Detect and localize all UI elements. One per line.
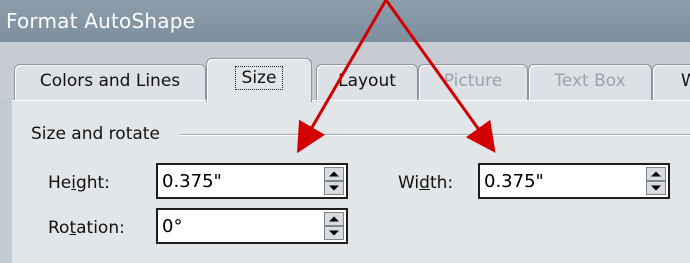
height-spin-buttons <box>324 167 344 195</box>
dialog-title: Format AutoShape <box>6 9 196 33</box>
width-label: Width: <box>398 173 454 193</box>
tab-label: Text Box <box>554 70 626 91</box>
tab-label: Size <box>234 65 284 90</box>
height-spinner[interactable]: 0.375" <box>156 163 348 199</box>
width-increment-button[interactable] <box>646 167 666 181</box>
tab-colors-and-lines[interactable]: Colors and Lines <box>14 64 206 102</box>
rotation-label: Rotation: <box>48 218 125 238</box>
tab-label: Colors and Lines <box>39 70 181 91</box>
tab-picture[interactable]: Picture <box>418 64 528 102</box>
height-input[interactable]: 0.375" <box>162 171 222 192</box>
height-label: Height: <box>48 173 110 193</box>
section-size-and-rotate: Size and rotate <box>31 124 166 144</box>
tab-layout[interactable]: Layout <box>316 64 418 102</box>
section-divider <box>180 134 690 136</box>
tab-label: Layout <box>338 70 396 91</box>
width-decrement-button[interactable] <box>646 181 666 195</box>
title-bar[interactable]: Format AutoShape <box>0 0 690 42</box>
tab-web[interactable]: W <box>652 64 690 102</box>
rotation-input[interactable]: 0° <box>162 216 182 237</box>
rotation-decrement-button[interactable] <box>324 226 344 240</box>
width-input[interactable]: 0.375" <box>484 171 544 192</box>
tab-text-box[interactable]: Text Box <box>528 64 652 102</box>
height-decrement-button[interactable] <box>324 181 344 195</box>
tab-size[interactable]: Size <box>206 58 312 102</box>
tab-label: W <box>681 70 690 91</box>
width-spin-buttons <box>646 167 666 195</box>
width-spinner[interactable]: 0.375" <box>478 163 670 199</box>
rotation-increment-button[interactable] <box>324 212 344 226</box>
rotation-spin-buttons <box>324 212 344 240</box>
height-increment-button[interactable] <box>324 167 344 181</box>
tab-label: Picture <box>443 70 503 91</box>
rotation-spinner[interactable]: 0° <box>156 208 348 244</box>
